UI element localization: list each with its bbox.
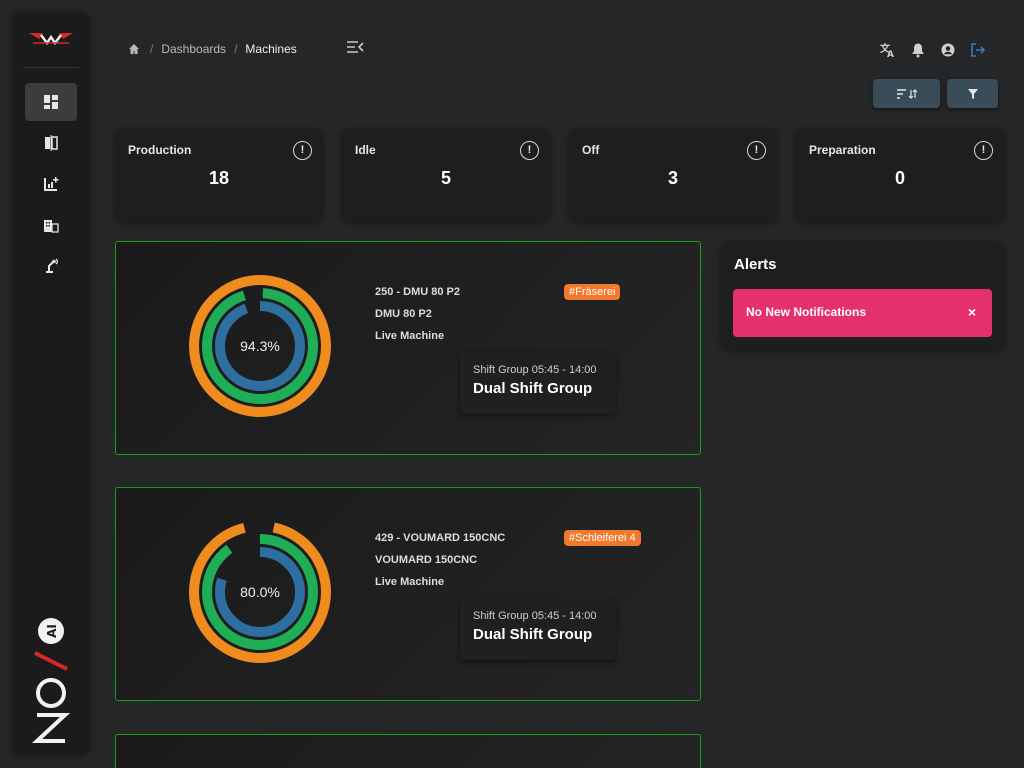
add-chart-icon [44, 177, 59, 191]
info-icon[interactable]: ! [747, 141, 766, 160]
nav-compare[interactable] [25, 124, 77, 162]
stat-value: 5 [440, 168, 451, 188]
dashboard-icon [44, 95, 58, 109]
breadcrumb-dashboards[interactable]: Dashboards [161, 42, 226, 56]
info-icon[interactable]: ! [974, 141, 993, 160]
shift-group-box: Shift Group 05:45 - 14:00 Dual Shift Gro… [460, 598, 616, 660]
utilization-percent: 80.0% [240, 584, 280, 600]
shift-label: Shift Group 05:45 - 14:00 [473, 364, 597, 376]
machine-status: Live Machine [375, 330, 445, 342]
filter-icon [967, 88, 978, 99]
shift-group-box: Shift Group 05:45 - 14:00 Dual Shift Gro… [460, 352, 616, 414]
nova-logo: AI [31, 618, 71, 743]
alerts-title: Alerts [734, 256, 777, 273]
robot-arm-icon [46, 258, 58, 273]
translate-icon[interactable]: 文A [880, 42, 896, 60]
shift-label: Shift Group 05:45 - 14:00 [473, 610, 597, 622]
sidebar-divider [23, 67, 79, 68]
stat-card-idle[interactable]: Idle ! 5 [342, 128, 550, 221]
sort-icon [896, 88, 917, 99]
machine-model: DMU 80 P2 [375, 308, 432, 320]
menu-collapse-icon[interactable] [346, 40, 364, 54]
notification-message: No New Notifications [746, 305, 867, 319]
stat-value: 0 [894, 168, 905, 188]
machine-card[interactable]: 80.0% 429 - VOUMARD 150CNC #Schleiferei … [115, 487, 701, 701]
info-icon[interactable]: ! [293, 141, 312, 160]
utilization-ring: 80.0% [189, 521, 331, 663]
machine-card[interactable] [115, 734, 701, 768]
account-icon[interactable] [940, 42, 956, 58]
sort-button[interactable] [873, 79, 940, 108]
stat-label: Idle [355, 143, 376, 157]
top-icon-bar: 文A [880, 42, 986, 60]
stat-card-off[interactable]: Off ! 3 [569, 128, 777, 221]
machine-status: Live Machine [375, 576, 445, 588]
stat-value: 18 [208, 168, 230, 188]
logout-icon[interactable] [970, 42, 986, 58]
nav-add-chart[interactable] [25, 165, 77, 203]
shift-name: Dual Shift Group [473, 380, 593, 397]
stat-card-preparation[interactable]: Preparation ! 0 [796, 128, 1004, 221]
info-icon[interactable]: ! [520, 141, 539, 160]
company-logo [29, 33, 73, 46]
stat-value: 3 [667, 168, 678, 188]
stat-label: Off [582, 143, 600, 157]
machine-card[interactable]: 94.3% 250 - DMU 80 P2 #Fräserei DMU 80 P… [115, 241, 701, 455]
utilization-ring: 94.3% [189, 275, 331, 417]
nav-dashboard[interactable] [25, 83, 77, 121]
stat-label: Production [128, 143, 192, 157]
breadcrumb-separator: / [150, 42, 154, 56]
breadcrumb-current: Machines [245, 42, 297, 56]
stat-label: Preparation [809, 143, 876, 157]
breadcrumb-separator: / [234, 42, 238, 56]
notification-bar: No New Notifications × [733, 289, 992, 337]
svg-text:A: A [887, 50, 894, 58]
machine-tag[interactable]: #Schleiferei 4 [564, 530, 641, 546]
building-icon [44, 220, 59, 233]
compare-icon [45, 135, 58, 151]
nav-company[interactable] [25, 206, 77, 244]
svg-text:AI: AI [45, 624, 59, 638]
machine-model: VOUMARD 150CNC [375, 554, 478, 566]
close-icon[interactable]: × [968, 304, 976, 320]
shift-name: Dual Shift Group [473, 626, 593, 643]
filter-button[interactable] [947, 79, 998, 108]
stat-card-production[interactable]: Production ! 18 [115, 128, 323, 221]
breadcrumb: / Dashboards / Machines [128, 42, 297, 56]
utilization-percent: 94.3% [240, 338, 280, 354]
alerts-panel: Alerts No New Notifications × [721, 241, 1004, 349]
bell-icon[interactable] [910, 42, 926, 58]
nav-machines[interactable] [25, 247, 77, 285]
home-icon[interactable] [128, 43, 140, 55]
sidebar: AI [13, 13, 89, 755]
machine-title[interactable]: 250 - DMU 80 P2 [375, 286, 460, 298]
machine-tag[interactable]: #Fräserei [564, 284, 621, 300]
machine-title[interactable]: 429 - VOUMARD 150CNC [375, 532, 505, 544]
